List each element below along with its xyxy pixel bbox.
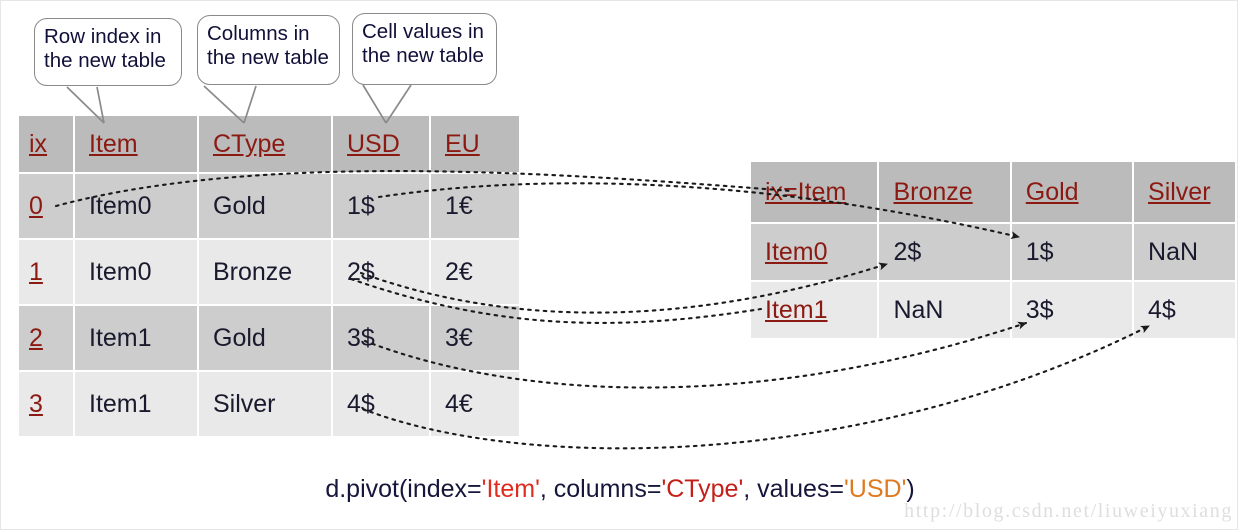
pivot-header-gold: Gold bbox=[1011, 162, 1133, 222]
code-caption: d.pivot(index='Item', columns='CType', v… bbox=[1, 475, 1237, 504]
table-row: Item0 2$ 1$ NaN bbox=[751, 224, 1235, 280]
source-cell-ctype: Gold bbox=[199, 174, 331, 238]
source-table: ix Item CType USD EU 0 Item0 Gold 1$ 1€ … bbox=[17, 114, 521, 438]
source-header-ctype: CType bbox=[199, 116, 331, 172]
callout-columns: Columns in the new table bbox=[197, 15, 340, 85]
source-cell-ix: 2 bbox=[19, 306, 73, 370]
pivot-cell-index: Item1 bbox=[751, 282, 878, 338]
pivot-cell-index: Item0 bbox=[751, 224, 878, 280]
source-cell-item: Item1 bbox=[75, 372, 197, 436]
source-cell-eu: 1€ bbox=[431, 174, 519, 238]
callout-row-index: Row index in the new table bbox=[34, 18, 182, 86]
pivot-cell-gold: 3$ bbox=[1011, 282, 1133, 338]
pivot-cell-silver: NaN bbox=[1134, 224, 1235, 280]
caption-prefix: d.pivot(index= bbox=[325, 475, 482, 503]
pivot-cell-silver: 4$ bbox=[1134, 282, 1235, 338]
caption-mid1: , columns= bbox=[539, 475, 662, 503]
source-cell-ix: 1 bbox=[19, 240, 73, 304]
source-cell-ix: 3 bbox=[19, 372, 73, 436]
source-cell-usd: 1$ bbox=[333, 174, 429, 238]
source-header-ix: ix bbox=[19, 116, 73, 172]
callout-cell-values: Cell values in the new table bbox=[352, 13, 497, 85]
caption-columns-value: 'CType' bbox=[661, 475, 744, 503]
source-cell-usd: 3$ bbox=[333, 306, 429, 370]
pivot-table: ix=Item Bronze Gold Silver Item0 2$ 1$ N… bbox=[749, 160, 1237, 340]
pivot-cell-bronze: NaN bbox=[879, 282, 1010, 338]
table-row: Item1 NaN 3$ 4$ bbox=[751, 282, 1235, 338]
source-header-usd: USD bbox=[333, 116, 429, 172]
source-cell-usd: 4$ bbox=[333, 372, 429, 436]
table-row: 2 Item1 Gold 3$ 3€ bbox=[19, 306, 519, 370]
source-header-eu: EU bbox=[431, 116, 519, 172]
source-cell-usd: 2$ bbox=[333, 240, 429, 304]
pivot-header-bronze: Bronze bbox=[879, 162, 1010, 222]
table-row: 1 Item0 Bronze 2$ 2€ bbox=[19, 240, 519, 304]
source-cell-eu: 3€ bbox=[431, 306, 519, 370]
source-cell-ctype: Bronze bbox=[199, 240, 331, 304]
source-cell-ctype: Gold bbox=[199, 306, 331, 370]
pivot-header-index: ix=Item bbox=[751, 162, 878, 222]
pivot-cell-bronze: 2$ bbox=[879, 224, 1010, 280]
caption-mid2: , values= bbox=[743, 475, 845, 503]
source-cell-item: Item0 bbox=[75, 174, 197, 238]
source-cell-item: Item0 bbox=[75, 240, 197, 304]
source-cell-eu: 2€ bbox=[431, 240, 519, 304]
source-cell-eu: 4€ bbox=[431, 372, 519, 436]
caption-suffix: ) bbox=[906, 475, 915, 503]
pivot-table-header-row: ix=Item Bronze Gold Silver bbox=[751, 162, 1235, 222]
source-cell-ix: 0 bbox=[19, 174, 73, 238]
source-cell-item: Item1 bbox=[75, 306, 197, 370]
source-cell-ctype: Silver bbox=[199, 372, 331, 436]
table-row: 0 Item0 Gold 1$ 1€ bbox=[19, 174, 519, 238]
pivot-header-silver: Silver bbox=[1134, 162, 1235, 222]
source-header-item: Item bbox=[75, 116, 197, 172]
caption-values-value: 'USD' bbox=[844, 475, 907, 503]
diagram-canvas: ix Item CType USD EU 0 Item0 Gold 1$ 1€ … bbox=[0, 0, 1238, 530]
source-table-header-row: ix Item CType USD EU bbox=[19, 116, 519, 172]
caption-index-value: 'Item' bbox=[481, 475, 540, 503]
table-row: 3 Item1 Silver 4$ 4€ bbox=[19, 372, 519, 436]
pivot-cell-gold: 1$ bbox=[1011, 224, 1133, 280]
